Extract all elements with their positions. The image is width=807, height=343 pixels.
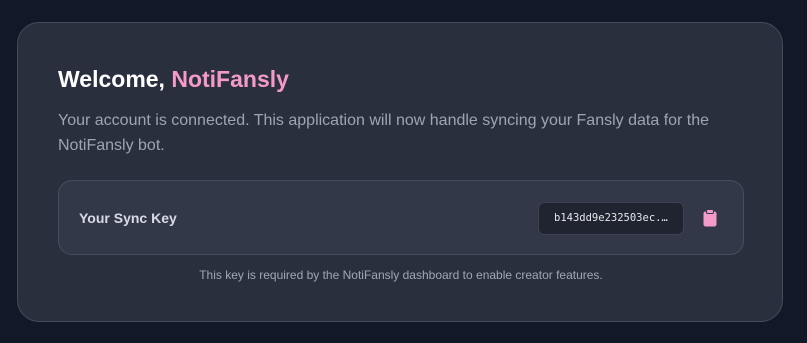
sync-key-panel: Your Sync Key b143dd9e232503ec... bbox=[58, 180, 744, 255]
welcome-card: Welcome, NotiFansly Your account is conn… bbox=[17, 22, 783, 322]
sync-key-note: This key is required by the NotiFansly d… bbox=[199, 268, 603, 282]
clipboard-icon bbox=[703, 209, 717, 227]
brand-name: NotiFansly bbox=[171, 66, 289, 92]
sync-key-label: Your Sync Key bbox=[79, 210, 177, 226]
page-title: Welcome, NotiFansly bbox=[58, 65, 289, 93]
copy-key-button[interactable] bbox=[697, 205, 723, 231]
welcome-greeting: Welcome, bbox=[58, 66, 172, 92]
connection-description: Your account is connected. This applicat… bbox=[58, 112, 710, 154]
sync-key-value[interactable]: b143dd9e232503ec... bbox=[538, 202, 684, 235]
